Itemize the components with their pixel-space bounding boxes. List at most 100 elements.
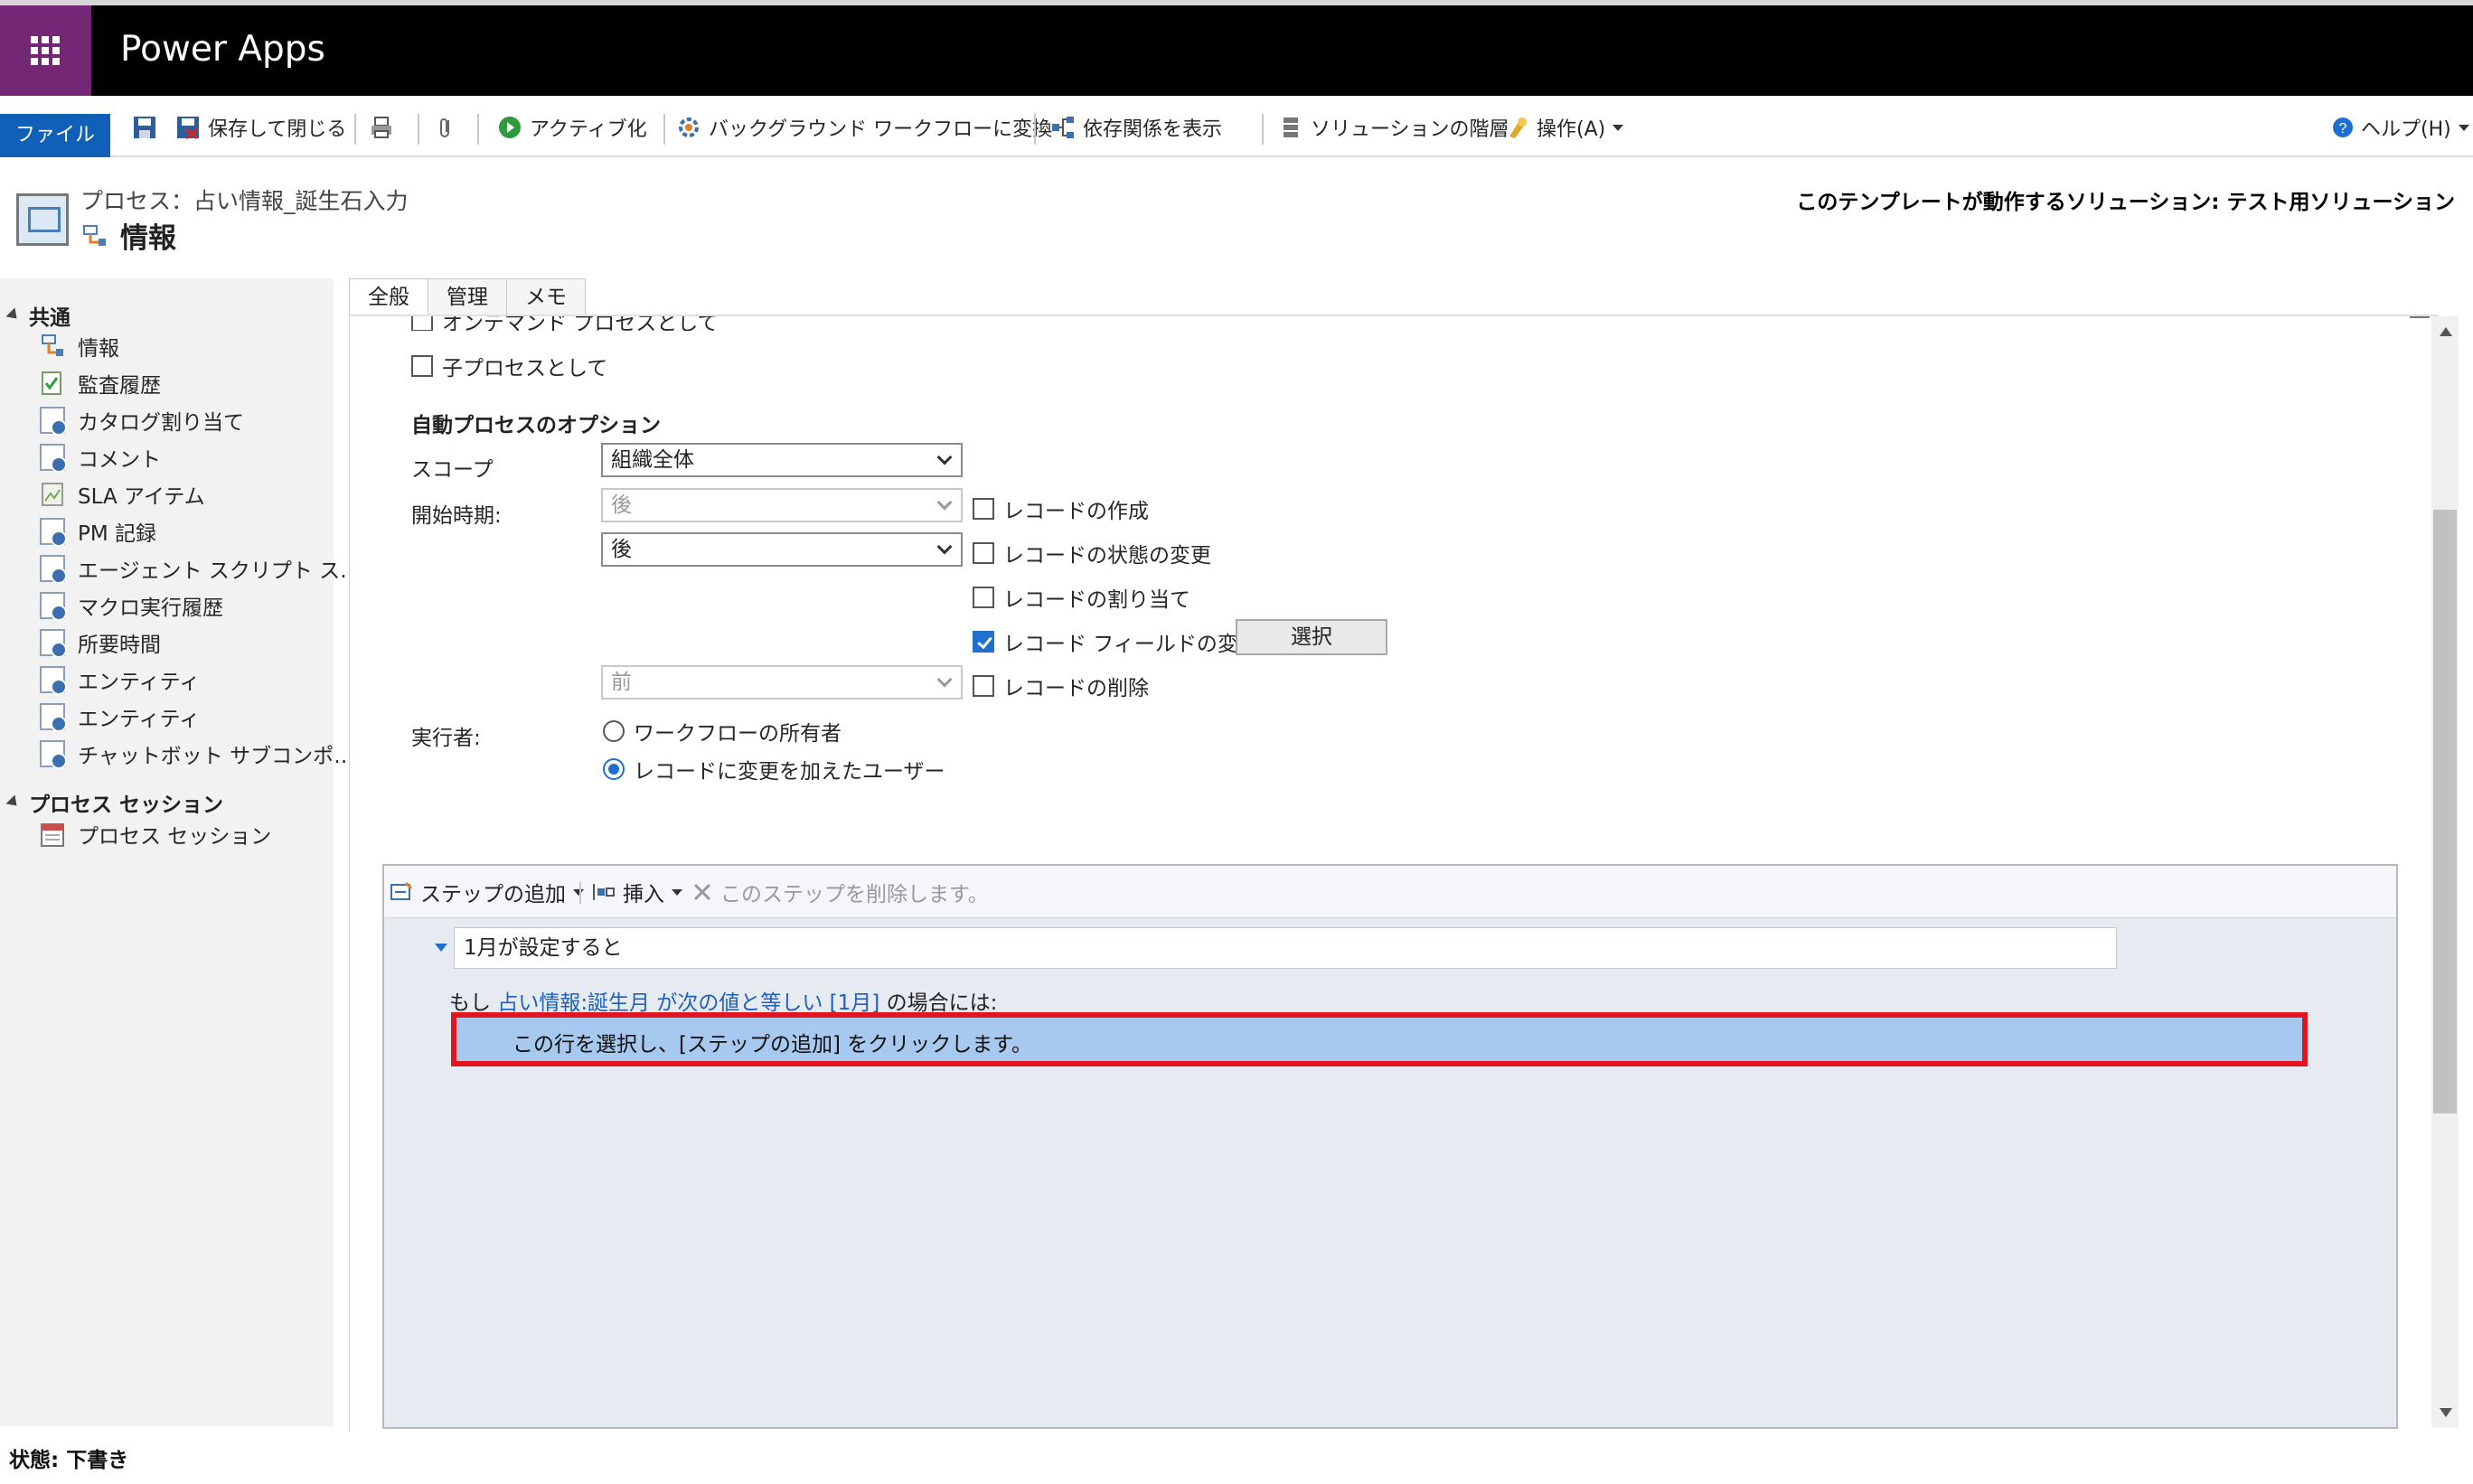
save-icon <box>132 115 157 140</box>
close-icon <box>693 883 711 901</box>
sidebar-item[interactable]: PM 記録 <box>40 515 156 548</box>
audit-icon <box>40 370 65 397</box>
nav-group-common[interactable]: 共通 <box>5 300 71 331</box>
record-delete-checkbox[interactable]: レコードの削除 <box>973 671 1149 701</box>
show-dependencies-label: 依存関係を表示 <box>1083 118 1223 141</box>
record-assign-checkbox[interactable]: レコードの割り当て <box>973 582 1190 613</box>
clipped-row: オンデマンド プロセスとして <box>411 316 1134 331</box>
tab-notes[interactable]: メモ <box>506 278 586 316</box>
record-field-change-checkbox[interactable]: レコード フィールドの変更 <box>973 626 1259 657</box>
activate-icon <box>497 115 522 140</box>
placeholder-step-row[interactable]: この行を選択し、[ステップの追加] をクリックします。 <box>451 1012 2308 1066</box>
insert-icon <box>593 884 615 900</box>
record-delete-label: レコードの削除 <box>1003 677 1149 700</box>
sidebar-item[interactable]: カタログ割り当て <box>40 404 244 437</box>
save-button[interactable] <box>132 108 157 146</box>
checkbox-box <box>973 675 994 697</box>
scrollbar-thumb[interactable] <box>2433 510 2457 1113</box>
ribbon-separator <box>663 114 665 145</box>
delete-step-button[interactable]: このステップを削除します。 <box>691 875 989 909</box>
save-close-button[interactable]: 保存して閉じる <box>175 108 346 146</box>
help-menu-button[interactable]: ? ヘルプ(H) <box>2332 108 2469 146</box>
sidebar-item[interactable]: 情報 <box>40 330 119 362</box>
insert-button[interactable]: 挿入 <box>590 875 682 909</box>
record-status-change-label: レコードの状態の変更 <box>1003 544 1211 568</box>
save-close-icon <box>175 115 201 140</box>
scroll-up-icon[interactable] <box>2440 327 2452 336</box>
select-value: 前 <box>611 671 632 694</box>
document-icon <box>40 555 67 584</box>
waffle-icon-dot <box>31 47 38 54</box>
actions-label: 操作(A) <box>1537 118 1606 141</box>
collapse-triangle-icon <box>5 307 22 324</box>
help-icon: ? <box>2332 117 2354 138</box>
scroll-down-icon[interactable] <box>2440 1408 2452 1417</box>
nav-group-label: プロセス セッション <box>29 794 224 817</box>
record-status-change-checkbox[interactable]: レコードの状態の変更 <box>973 538 1211 568</box>
radio-dot-selected <box>603 758 625 780</box>
sidebar-item[interactable]: エンティティ <box>40 663 200 696</box>
activate-button[interactable]: アクティブ化 <box>497 108 647 146</box>
print-button[interactable] <box>369 108 394 146</box>
tab-admin[interactable]: 管理 <box>428 278 507 316</box>
sidebar-item-label: SLA アイテム <box>78 485 205 509</box>
delete-step-label: このステップを削除します。 <box>720 883 989 906</box>
start-after-create-select[interactable]: 後 <box>601 488 963 522</box>
attach-button[interactable] <box>434 108 459 146</box>
solution-layers-button[interactable]: ソリューションの階層 <box>1278 108 1509 146</box>
waffle-icon-dot <box>42 58 49 65</box>
nav-group-label: 共通 <box>29 306 71 330</box>
sidebar-item[interactable]: 監査履歴 <box>40 367 161 399</box>
page-title-text: 情報 <box>120 222 176 255</box>
child-process-checkbox[interactable]: 子プロセスとして <box>411 351 607 381</box>
file-tab[interactable]: ファイル <box>0 114 110 157</box>
auto-options-heading: 自動プロセスのオプション <box>411 414 661 437</box>
convert-background-workflow-button[interactable]: バックグラウンド ワークフローに変換 <box>676 108 1052 146</box>
add-step-icon <box>390 881 413 900</box>
select-value: 後 <box>611 538 632 561</box>
start-before-delete-select[interactable]: 前 <box>601 665 963 700</box>
sidebar-item[interactable]: コメント <box>40 441 161 474</box>
form-scrollbar[interactable] <box>2431 316 2459 1428</box>
radio-dot <box>603 720 625 742</box>
document-icon <box>40 444 67 473</box>
select-fields-button[interactable]: 選択 <box>1236 619 1387 655</box>
document-icon <box>40 703 67 732</box>
runner-modifier-radio[interactable]: レコードに変更を加えたユーザー <box>603 754 945 784</box>
document-icon <box>40 666 67 695</box>
sidebar-item[interactable]: エンティティ <box>40 700 200 733</box>
gear-icon <box>676 115 701 140</box>
on-demand-checkbox[interactable]: オンデマンド プロセスとして <box>411 316 719 331</box>
runner-owner-radio[interactable]: ワークフローの所有者 <box>603 716 842 747</box>
convert-background-label: バックグラウンド ワークフローに変換 <box>709 118 1053 141</box>
record-assign-label: レコードの割り当て <box>1003 588 1190 612</box>
nav-group-process-sessions[interactable]: プロセス セッション <box>5 787 224 818</box>
on-demand-label: オンデマンド プロセスとして <box>442 316 719 331</box>
sidebar-item-process-sessions[interactable]: プロセス セッション <box>40 818 271 850</box>
ribbon-separator <box>1262 114 1264 145</box>
app-launcher-button[interactable] <box>0 5 91 96</box>
process-entity-icon <box>16 193 69 246</box>
collapse-triangle-icon[interactable] <box>435 944 447 952</box>
tab-general[interactable]: 全般 <box>349 278 428 316</box>
chevron-down-icon <box>936 672 953 688</box>
show-dependencies-button[interactable]: 依存関係を表示 <box>1050 108 1222 146</box>
actions-menu-button[interactable]: 操作(A) <box>1504 108 1624 146</box>
save-close-label: 保存して閉じる <box>208 118 347 141</box>
sidebar-item[interactable]: SLA アイテム <box>40 478 205 511</box>
sidebar-item[interactable]: エージェント スクリプト ス… <box>40 552 361 585</box>
select-value: 後 <box>611 493 632 517</box>
sidebar-item[interactable]: マクロ実行履歴 <box>40 589 223 622</box>
start-after-status-select[interactable]: 後 <box>601 532 963 567</box>
record-create-checkbox[interactable]: レコードの作成 <box>973 493 1149 524</box>
scope-select[interactable]: 組織全体 <box>601 443 963 477</box>
sidebar-item[interactable]: チャットボット サブコンポ… <box>40 737 354 770</box>
sidebar-item[interactable]: 所要時間 <box>40 626 161 659</box>
sidebar-item-label: カタログ割り当て <box>78 411 244 435</box>
step-name-input[interactable]: 1月が設定すると <box>454 927 2117 969</box>
add-step-button[interactable]: ステップの追加 <box>390 875 584 909</box>
condition-text: もし 占い情報:誕生月 が次の値と等しい [1月] の場合には: <box>449 985 997 1016</box>
process-icon <box>83 224 106 246</box>
waffle-icon-dot <box>52 58 60 65</box>
app-name: Power Apps <box>120 29 325 70</box>
